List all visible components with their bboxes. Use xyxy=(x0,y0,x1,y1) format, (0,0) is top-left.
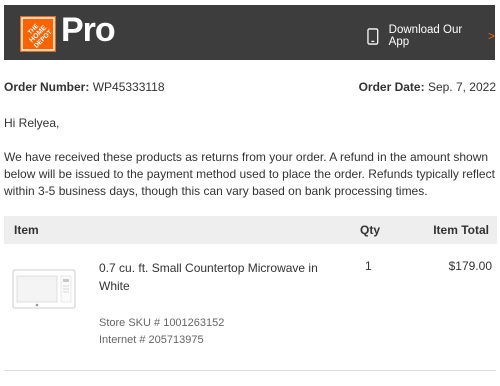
table-header: Item Qty Item Total xyxy=(4,216,497,244)
order-date: Order Date: Sep. 7, 2022 xyxy=(359,80,496,94)
chevron-right-icon: > xyxy=(487,29,495,43)
order-number-label: Order Number: xyxy=(4,80,90,94)
product-name-link[interactable]: 0.7 cu. ft. Small Countertop Microwave i… xyxy=(99,259,329,295)
divider xyxy=(4,370,496,371)
product-total: $179.00 xyxy=(448,259,492,273)
store-sku: Store SKU # 1001263152 xyxy=(99,317,225,329)
header-bar: THE HOME DEPOT Pro Download Our App > xyxy=(4,5,495,60)
home-depot-logo[interactable]: THE HOME DEPOT xyxy=(20,16,56,52)
order-number: Order Number: WP45333118 xyxy=(4,80,165,94)
order-date-label: Order Date: xyxy=(358,80,425,94)
item-column-header: Item xyxy=(14,223,39,237)
product-qty: 1 xyxy=(365,259,372,273)
item-total-column-header: Item Total xyxy=(433,223,489,237)
phone-icon xyxy=(367,27,379,45)
microwave-product-image[interactable] xyxy=(12,269,76,309)
internet-number: Internet # 205713975 xyxy=(99,334,204,346)
qty-column-header: Qty xyxy=(360,223,381,237)
order-number-value: WP45333118 xyxy=(92,80,165,94)
download-app-label: Download Our App xyxy=(388,24,463,48)
refund-message: We have received these products as retur… xyxy=(4,150,495,198)
brand-pro-label: Pro xyxy=(61,11,116,49)
order-date-value: Sep. 7, 2022 xyxy=(427,80,496,94)
greeting: Hi Relyea, xyxy=(4,116,60,130)
download-app-link[interactable]: Download Our App > xyxy=(366,24,495,48)
